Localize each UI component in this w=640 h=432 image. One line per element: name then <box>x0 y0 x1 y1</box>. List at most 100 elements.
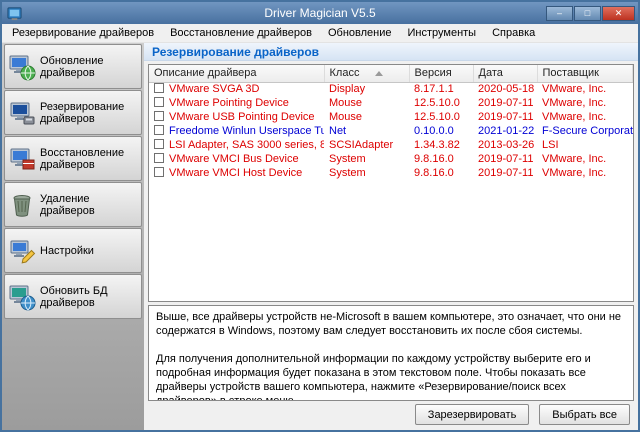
driver-date: 2021-01-22 <box>473 124 537 138</box>
driver-version: 12.5.10.0 <box>409 96 473 110</box>
driver-class: Mouse <box>324 110 409 124</box>
driver-description-cell: VMware USB Pointing Device <box>149 110 324 124</box>
sidebar-item-update-db[interactable]: Обновить БД драйверов <box>4 274 142 319</box>
driver-table-body: VMware SVGA 3DDisplay8.17.1.12020-05-18V… <box>149 82 633 180</box>
info-text-box: Выше, все драйверы устройств не-Microsof… <box>148 305 634 401</box>
select-all-button[interactable]: Выбрать все <box>539 404 630 425</box>
window-title: Driver Magician V5.5 <box>2 6 638 20</box>
sidebar-item-label: Удаление драйверов <box>40 193 138 217</box>
row-checkbox[interactable] <box>154 153 164 163</box>
driver-date: 2019-07-11 <box>473 96 537 110</box>
sidebar-item-label: Настройки <box>40 245 94 257</box>
column-header-label: Версия <box>415 67 452 79</box>
table-row[interactable]: Freedome Winlun Userspace TunnelNet0.10.… <box>149 124 633 138</box>
table-row[interactable]: VMware Pointing Device Mouse12.5.10.02019… <box>149 96 633 110</box>
row-checkbox[interactable] <box>154 167 164 177</box>
driver-description: VMware Pointing Device <box>169 97 289 109</box>
driver-vendor: VMware, Inc. <box>537 110 633 124</box>
driver-date: 2020-05-18 <box>473 82 537 96</box>
sidebar-item-label: Обновление драйверов <box>40 55 138 79</box>
title-bar[interactable]: Driver Magician V5.5 – □ ✕ <box>2 2 638 24</box>
sidebar-item-update-drivers[interactable]: Обновление драйверов <box>4 44 142 89</box>
row-checkbox[interactable] <box>154 83 164 93</box>
page-title: Резервирование драйверов <box>144 43 638 61</box>
menu-item-update[interactable]: Обновление <box>320 25 400 41</box>
driver-class: System <box>324 166 409 180</box>
info-paragraph-2: Для получения дополнительной информации … <box>156 352 626 401</box>
settings-icon <box>8 237 36 265</box>
window-controls: – □ ✕ <box>546 6 635 21</box>
driver-class: SCSIAdapter <box>324 138 409 152</box>
menu-item-restore-drivers[interactable]: Восстановление драйверов <box>162 25 320 41</box>
app-window: Driver Magician V5.5 – □ ✕ Резервировани… <box>0 0 640 432</box>
sidebar-item-label: Обновить БД драйверов <box>40 285 138 309</box>
sidebar-item-label: Резервирование драйверов <box>40 101 138 125</box>
menu-item-tools[interactable]: Инструменты <box>400 25 485 41</box>
app-icon[interactable] <box>7 6 22 21</box>
table-row[interactable]: VMware USB Pointing DeviceMouse12.5.10.0… <box>149 110 633 124</box>
driver-class: Net <box>324 124 409 138</box>
row-checkbox[interactable] <box>154 97 164 107</box>
driver-description-cell: VMware SVGA 3D <box>149 82 324 96</box>
driver-table-container: Описание драйвера Класс Версия Дата Пост… <box>148 64 634 302</box>
driver-description-cell: VMware VMCI Bus Device <box>149 152 324 166</box>
backup-drivers-icon <box>8 99 36 127</box>
row-checkbox[interactable] <box>154 139 164 149</box>
content-area: Обновление драйверов Резервирование драй… <box>2 43 638 430</box>
driver-description: LSI Adapter, SAS 3000 series, 8-port wit… <box>169 139 324 151</box>
driver-version: 1.34.3.82 <box>409 138 473 152</box>
sort-asc-icon <box>375 71 383 76</box>
maximize-icon[interactable]: □ <box>574 6 601 21</box>
table-row[interactable]: LSI Adapter, SAS 3000 series, 8-port wit… <box>149 138 633 152</box>
column-header-vendor[interactable]: Поставщик <box>537 65 633 82</box>
driver-description-cell: Freedome Winlun Userspace Tunnel <box>149 124 324 138</box>
driver-table: Описание драйвера Класс Версия Дата Пост… <box>149 65 633 180</box>
driver-date: 2019-07-11 <box>473 110 537 124</box>
sidebar-item-backup-drivers[interactable]: Резервирование драйверов <box>4 90 142 135</box>
table-row[interactable]: VMware VMCI Host DeviceSystem9.8.16.0201… <box>149 166 633 180</box>
driver-version: 9.8.16.0 <box>409 166 473 180</box>
minimize-icon[interactable]: – <box>546 6 573 21</box>
column-header-label: Описание драйвера <box>154 67 257 79</box>
driver-class: Mouse <box>324 96 409 110</box>
row-checkbox[interactable] <box>154 125 164 135</box>
row-checkbox[interactable] <box>154 111 164 121</box>
driver-description: VMware VMCI Bus Device <box>169 153 299 165</box>
menu-item-backup-drivers[interactable]: Резервирование драйверов <box>4 25 162 41</box>
driver-date: 2019-07-11 <box>473 152 537 166</box>
remove-drivers-icon <box>8 191 36 219</box>
driver-version: 8.17.1.1 <box>409 82 473 96</box>
sidebar-item-settings[interactable]: Настройки <box>4 228 142 273</box>
table-row[interactable]: VMware VMCI Bus Device System9.8.16.02019… <box>149 152 633 166</box>
menu-item-help[interactable]: Справка <box>484 25 543 41</box>
driver-date: 2013-03-26 <box>473 138 537 152</box>
backup-button[interactable]: Зарезервировать <box>415 404 530 425</box>
close-icon[interactable]: ✕ <box>602 6 635 21</box>
sidebar-item-restore-drivers[interactable]: Восстановление драйверов <box>4 136 142 181</box>
update-drivers-icon <box>8 53 36 81</box>
driver-description-cell: VMware Pointing Device <box>149 96 324 110</box>
driver-version: 9.8.16.0 <box>409 152 473 166</box>
main-panel: Резервирование драйверов Описание драйве… <box>144 43 638 430</box>
column-header-label: Дата <box>479 67 503 79</box>
update-db-icon <box>8 283 36 311</box>
column-header-date[interactable]: Дата <box>473 65 537 82</box>
menu-bar: Резервирование драйверов Восстановление … <box>2 24 638 43</box>
column-header-description[interactable]: Описание драйвера <box>149 65 324 82</box>
driver-vendor: VMware, Inc. <box>537 96 633 110</box>
restore-drivers-icon <box>8 145 36 173</box>
driver-version: 0.10.0.0 <box>409 124 473 138</box>
driver-description: VMware SVGA 3D <box>169 83 259 95</box>
sidebar-item-remove-drivers[interactable]: Удаление драйверов <box>4 182 142 227</box>
column-header-class[interactable]: Класс <box>324 65 409 82</box>
driver-vendor: F-Secure Corporation <box>537 124 633 138</box>
sidebar: Обновление драйверов Резервирование драй… <box>2 43 144 430</box>
driver-version: 12.5.10.0 <box>409 110 473 124</box>
driver-vendor: VMware, Inc. <box>537 152 633 166</box>
column-header-version[interactable]: Версия <box>409 65 473 82</box>
driver-class: Display <box>324 82 409 96</box>
column-header-label: Класс <box>330 67 360 79</box>
column-header-label: Поставщик <box>543 67 599 79</box>
driver-class: System <box>324 152 409 166</box>
table-row[interactable]: VMware SVGA 3DDisplay8.17.1.12020-05-18V… <box>149 82 633 96</box>
